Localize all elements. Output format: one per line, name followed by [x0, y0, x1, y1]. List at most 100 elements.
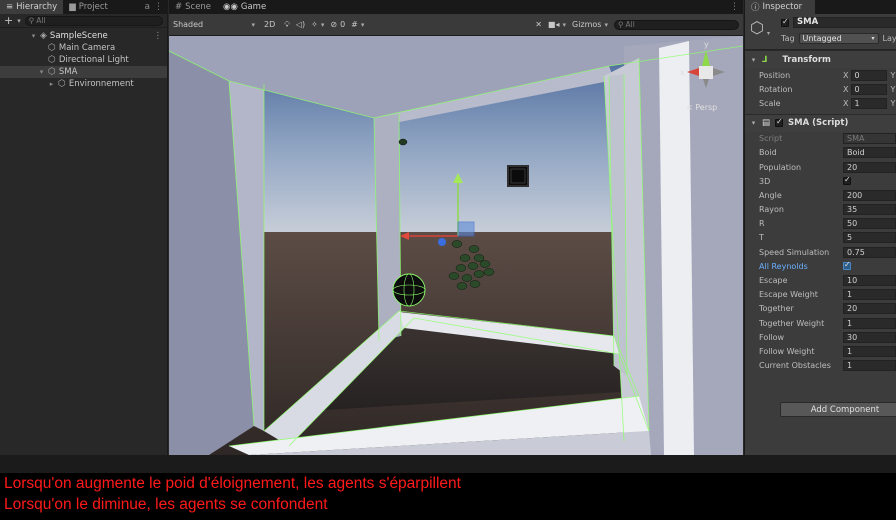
chevron-down-icon: ▾	[360, 20, 365, 29]
axis-y-label: Y	[890, 98, 896, 108]
position-x-field[interactable]: 0	[851, 69, 888, 81]
rotation-x-field[interactable]: 0	[851, 83, 888, 95]
hierarchy-panel: ≡ Hierarchy ▆ Project a ⋮ + ▾ ⚲ All ▾ ◈	[0, 0, 168, 455]
chevron-down-icon[interactable]: ▾	[17, 17, 21, 25]
prop-position: Position X0Y	[759, 69, 896, 81]
prop-value-field[interactable]: 35	[843, 204, 896, 216]
expand-caret-icon[interactable]: ▾	[750, 119, 757, 127]
tree-item-directional-light[interactable]: ⬡ Directional Light	[0, 54, 167, 66]
script-prop-row: 3D	[745, 174, 896, 188]
tree-item-main-camera[interactable]: ⬡ Main Camera	[0, 42, 167, 54]
tree-item-environnement[interactable]: ▸ ⬡ Environnement	[0, 78, 167, 90]
tree-item-sma[interactable]: ▾ ⬡ SMA	[0, 66, 167, 78]
shading-mode-dropdown[interactable]: Shaded ▾	[173, 20, 255, 29]
gamepad-icon: ◉◉	[223, 2, 238, 12]
grid-dropdown[interactable]: # ▾	[351, 20, 364, 29]
prop-value-field[interactable]: 10	[843, 275, 896, 287]
inspector-tabbar: ⓘ Inspector	[745, 0, 896, 14]
tools-icon[interactable]: ✕	[535, 20, 542, 29]
prop-value-field[interactable]: Boid	[843, 147, 896, 159]
prop-value-field[interactable]: 200	[843, 189, 896, 201]
prop-value-field[interactable]: 1	[843, 317, 896, 329]
tag-dropdown[interactable]: Untagged ▾	[798, 33, 879, 44]
tab-inspector[interactable]: ⓘ Inspector	[745, 0, 815, 14]
effects-icon: ✧	[311, 20, 318, 29]
tab-hierarchy[interactable]: ≡ Hierarchy	[0, 0, 64, 14]
component-enabled-checkbox[interactable]	[775, 117, 784, 128]
object-name-field[interactable]: SMA	[793, 17, 896, 28]
chevron-down-icon: ▾	[562, 20, 566, 29]
grid-icon: #	[351, 20, 358, 29]
expand-caret-icon[interactable]: ▾	[750, 56, 757, 64]
kebab-menu-icon[interactable]: ⋮	[730, 2, 739, 12]
lightbulb-icon[interactable]: 💡︎	[284, 20, 290, 30]
prop-value-field[interactable]: 20	[843, 303, 896, 315]
expand-caret-icon[interactable]: ▾	[38, 68, 45, 76]
prop-value-field[interactable]: 30	[843, 331, 896, 343]
transform-icon: ⅃	[762, 54, 768, 65]
kebab-menu-icon[interactable]: ⋮	[154, 31, 163, 41]
prop-label: Scale	[759, 98, 781, 108]
search-icon: ⚲	[28, 16, 35, 25]
hierarchy-search-input[interactable]: ⚲ All	[24, 15, 163, 26]
prop-label: Follow	[759, 332, 785, 342]
camera-dropdown[interactable]: ■◂ ▾	[548, 20, 566, 29]
active-checkbox[interactable]	[781, 17, 789, 27]
tag-value: Untagged	[802, 34, 842, 43]
add-icon[interactable]: +	[4, 15, 13, 26]
tree-item-samplescene[interactable]: ▾ ◈ SampleScene ⋮	[0, 30, 167, 42]
lock-icon[interactable]: a	[144, 2, 150, 12]
hierarchy-tabbar: ≡ Hierarchy ▆ Project a ⋮	[0, 0, 167, 14]
add-component-button[interactable]: Add Component	[780, 402, 896, 417]
tab-project[interactable]: ▆ Project	[63, 0, 114, 14]
scale-x-field[interactable]: 1	[851, 97, 888, 109]
tab-scene[interactable]: # Scene	[169, 0, 217, 14]
script-prop-row: Angle 200	[745, 188, 896, 202]
hidden-objects-toggle[interactable]: ⊘ 0	[330, 20, 345, 29]
tab-hierarchy-label: Hierarchy	[16, 2, 58, 12]
script-prop-row: All Reynolds	[745, 259, 896, 273]
caption-gap	[0, 455, 896, 473]
prop-value-field[interactable]: 50	[843, 218, 896, 230]
caption-area: Lorsqu'on augmente le poid d'éloignement…	[0, 455, 896, 520]
expand-caret-icon[interactable]: ▾	[30, 32, 37, 40]
script-prop-row: Rayon 35	[745, 203, 896, 217]
scene-viewport[interactable]: y x < Persp	[169, 36, 743, 455]
gizmos-label: Gizmos	[572, 20, 602, 29]
gizmos-dropdown[interactable]: Gizmos ▾	[572, 20, 608, 29]
prop-value-field[interactable]: 1	[843, 289, 896, 301]
prop-checkbox[interactable]	[843, 260, 851, 271]
gizmo-x-label: x	[680, 68, 685, 77]
prop-value-field[interactable]: 0.75	[843, 246, 896, 258]
tree-item-label: SMA	[58, 67, 78, 77]
toggle-2d-button[interactable]: 2D	[261, 19, 278, 30]
prop-value-field[interactable]: 1	[843, 360, 896, 372]
folder-icon: ▆	[69, 2, 76, 12]
transform-header[interactable]: ▾ ⅃ Transform	[745, 50, 896, 68]
tab-scene-label: Scene	[185, 2, 212, 12]
prop-checkbox[interactable]	[843, 175, 851, 186]
eye-off-icon: ⊘	[330, 20, 338, 29]
hidden-count: 0	[340, 20, 346, 29]
unity-scene-icon: ◈	[40, 31, 47, 41]
script-component-header[interactable]: ▾ ▤ SMA (Script)	[745, 113, 896, 132]
script-prop-row: Escape Weight 1	[745, 288, 896, 302]
collapse-caret-icon[interactable]: ▸	[48, 80, 55, 88]
tree-item-label: Directional Light	[58, 55, 129, 65]
prop-value-field[interactable]: 20	[843, 161, 896, 173]
prop-label: 3D	[759, 176, 771, 186]
gameobject-cube-icon: ⬡	[48, 67, 56, 77]
scene-render: y x < Persp	[169, 36, 743, 455]
tab-game[interactable]: ◉◉ Game	[217, 0, 272, 14]
prop-label: Position	[759, 70, 791, 80]
prop-value-field[interactable]: 1	[843, 345, 896, 357]
prop-value-field[interactable]: 5	[843, 232, 896, 244]
scene-panel: # Scene ◉◉ Game ⋮ Shaded ▾ 2D 💡︎ ◁) ✧ ▾	[169, 0, 743, 455]
axis-y-label: Y	[890, 70, 896, 80]
scene-search-input[interactable]: ⚲ All	[614, 19, 739, 30]
prop-label: Follow Weight	[759, 346, 815, 356]
gameobject-cube-icon: ⬡	[750, 18, 764, 37]
audio-icon[interactable]: ◁)	[296, 20, 305, 29]
effects-dropdown[interactable]: ✧ ▾	[311, 20, 324, 29]
kebab-menu-icon[interactable]: ⋮	[154, 2, 163, 12]
